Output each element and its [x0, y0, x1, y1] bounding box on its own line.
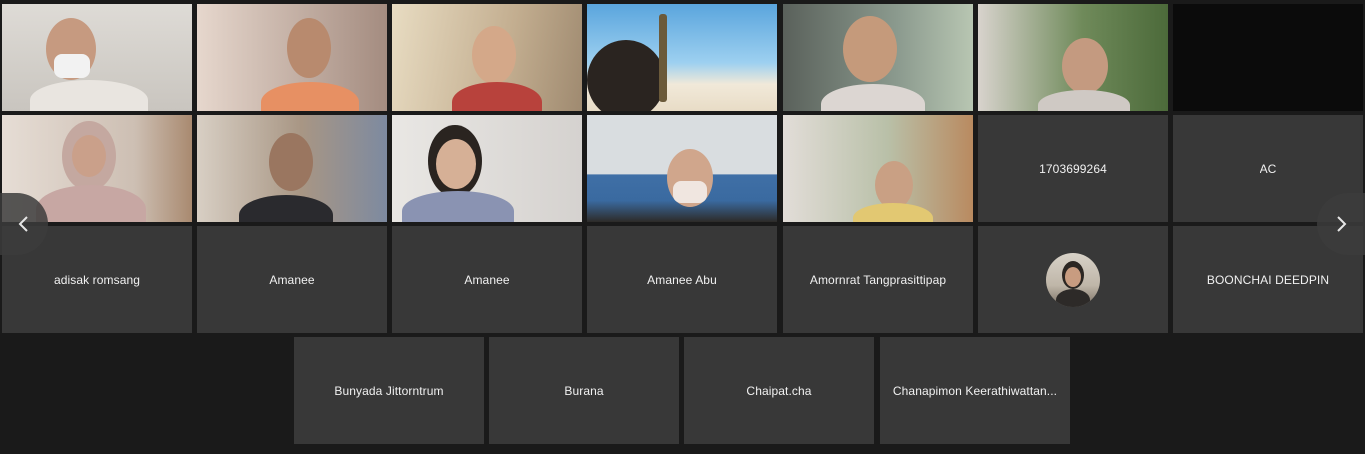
- participant-name: AC: [1259, 161, 1277, 176]
- participant-name: Chanapimon Keerathiwattan...: [892, 383, 1058, 398]
- participant-video-tile[interactable]: [1173, 4, 1363, 111]
- participant-video-tile[interactable]: [392, 4, 582, 111]
- participant-video-tile[interactable]: [197, 115, 387, 222]
- participant-name: Chaipat.cha: [746, 383, 812, 398]
- participant-tile[interactable]: Amanee Abu: [587, 226, 777, 333]
- participant-video-tile[interactable]: [587, 115, 777, 222]
- participant-video-tile[interactable]: [978, 4, 1168, 111]
- participant-tile[interactable]: Amanee: [392, 226, 582, 333]
- participant-video: [2, 4, 192, 111]
- participant-name: BOONCHAI DEEDPIN: [1206, 272, 1330, 287]
- participant-tile[interactable]: Amanee: [197, 226, 387, 333]
- participant-tile[interactable]: Burana: [489, 337, 679, 444]
- chevron-right-icon: [1337, 216, 1347, 232]
- participant-tile[interactable]: [978, 226, 1168, 333]
- participant-video-tile[interactable]: [2, 4, 192, 111]
- participant-name: Burana: [564, 383, 604, 398]
- participant-video-tile[interactable]: [197, 4, 387, 111]
- participant-video: [392, 4, 582, 111]
- participant-video-tile[interactable]: [783, 115, 973, 222]
- participant-name: Amornrat Tangprasittipap: [809, 272, 947, 287]
- participant-name: 1703699264: [1039, 161, 1107, 176]
- participant-video: [197, 115, 387, 222]
- participant-name: Amanee: [269, 272, 315, 287]
- participant-name: Amanee Abu: [647, 272, 717, 287]
- participant-video: [587, 4, 777, 111]
- participant-video: [783, 4, 973, 111]
- participant-tile[interactable]: Bunyada Jittorntrum: [294, 337, 484, 444]
- participant-tile[interactable]: Amornrat Tangprasittipap: [783, 226, 973, 333]
- participant-video-tile[interactable]: [587, 4, 777, 111]
- participant-tile[interactable]: Chaipat.cha: [684, 337, 874, 444]
- participant-video-tile[interactable]: [783, 4, 973, 111]
- participant-tile[interactable]: Chanapimon Keerathiwattan...: [880, 337, 1070, 444]
- participant-name: Bunyada Jittorntrum: [334, 383, 444, 398]
- participant-name: adisak romsang: [53, 272, 141, 287]
- participant-video: [392, 115, 582, 222]
- participant-video: [587, 115, 777, 222]
- participant-video: [783, 115, 973, 222]
- participant-video: [197, 4, 387, 111]
- chevron-left-icon: [18, 216, 28, 232]
- participant-name: Amanee: [464, 272, 510, 287]
- participant-avatar: [1046, 252, 1100, 307]
- participant-video-tile[interactable]: [392, 115, 582, 222]
- participant-tile[interactable]: 1703699264: [978, 115, 1168, 222]
- participant-video: [978, 4, 1168, 111]
